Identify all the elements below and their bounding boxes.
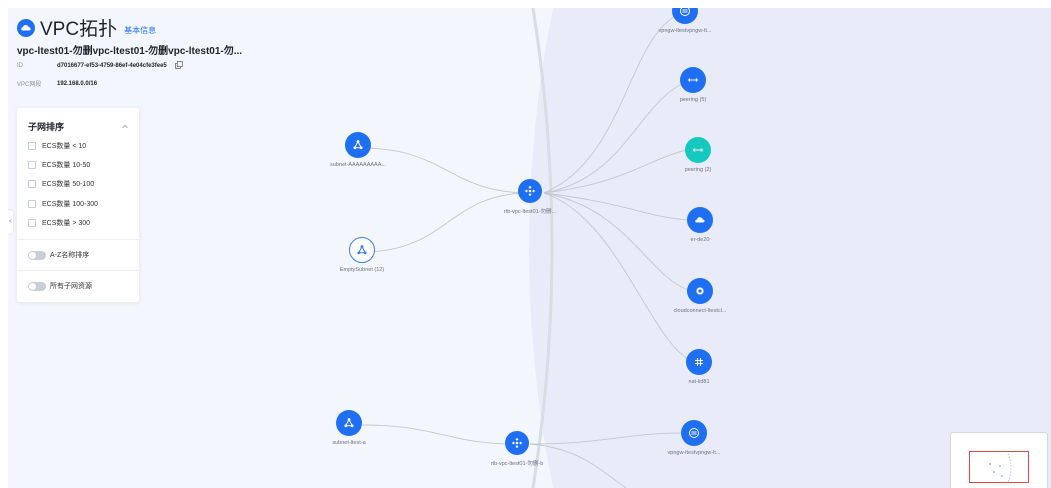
checkbox[interactable] xyxy=(28,219,36,227)
checkbox[interactable] xyxy=(28,142,36,150)
sort-option-label: ECS数量 < 10 xyxy=(42,143,87,150)
topology-edges xyxy=(359,8,1051,488)
sort-option-50-100[interactable]: ECS数量 50-100 xyxy=(28,179,94,189)
node-label: peering (5) xyxy=(679,97,707,103)
node-label: vpngw-ltestvpngw-lt... xyxy=(667,450,721,456)
sort-option-label: ECS数量 > 300 xyxy=(42,220,91,227)
node-subnet-aaaa[interactable]: subnet-AAAAAAAAA... xyxy=(303,132,413,168)
route-table-icon xyxy=(518,179,542,203)
node-peering-5[interactable]: peering (5) xyxy=(638,67,748,103)
vpc-id-label: ID xyxy=(17,63,23,69)
minimap-viewport[interactable] xyxy=(969,451,1029,483)
az-sort-label: A-Z名称排序 xyxy=(50,252,90,259)
node-label: er-de20 xyxy=(690,237,710,243)
node-vpngw-top[interactable]: vpngw-ltestvpngw-lt... xyxy=(630,8,740,34)
subnet-sort-title: 子网排序 xyxy=(28,121,65,132)
node-label: subnet-ltest-a xyxy=(332,440,366,446)
divider xyxy=(17,270,139,271)
node-label: nat-lid81 xyxy=(688,379,710,385)
node-label: subnet-AAAAAAAAA... xyxy=(330,162,386,168)
sort-option-label: ECS数量 100-300 xyxy=(42,201,99,208)
subnet-icon xyxy=(336,410,362,436)
basic-info-link[interactable]: 基本信息 xyxy=(124,25,156,36)
subnet-icon xyxy=(349,237,375,263)
vpc-cidr-label: VPC网段 xyxy=(17,82,42,88)
node-label: rtb-vpc-ltest01-勿删-b xyxy=(490,461,544,467)
node-er[interactable]: er-de20 xyxy=(645,207,755,243)
sort-option-100-300[interactable]: ECS数量 100-300 xyxy=(28,199,98,209)
node-label: cloudconnect-ltestcl... xyxy=(673,308,727,314)
vpc-logo-icon xyxy=(17,18,35,37)
sort-option-lt10[interactable]: ECS数量 < 10 xyxy=(28,141,86,151)
checkbox[interactable] xyxy=(28,161,36,169)
vpc-cidr-row: VPC网段 192.168.0.0/16 xyxy=(17,79,98,89)
panel-collapse-handle[interactable]: < xyxy=(8,210,13,234)
subnet-sort-header[interactable]: 子网排序 xyxy=(28,117,129,135)
peering-icon xyxy=(685,137,711,163)
sort-option-10-50[interactable]: ECS数量 10-50 xyxy=(28,160,90,170)
sort-option-label: ECS数量 50-100 xyxy=(42,181,95,188)
sort-option-label: ECS数量 10-50 xyxy=(42,162,91,169)
az-sort-toggle-row[interactable]: A-Z名称排序 xyxy=(28,250,89,260)
all-subnet-toggle-row[interactable]: 所有子网资源 xyxy=(28,281,92,291)
subnet-icon xyxy=(345,132,371,158)
node-label: rtb-vpc-ltest01-勿删... xyxy=(503,209,557,215)
node-nat[interactable]: nat-lid81 xyxy=(644,349,754,385)
chevron-up-icon[interactable] xyxy=(121,117,129,135)
node-label: peering (2) xyxy=(684,167,712,173)
node-label: vpngw-ltestvpngw-lt... xyxy=(658,28,712,34)
vpc-id-value: d7016677-ef53-4759-86ef-4e04cfe3fee5 xyxy=(57,63,167,69)
nat-gateway-icon xyxy=(686,349,712,375)
node-route-table-1[interactable]: rtb-vpc-ltest01-勿删... xyxy=(475,179,585,215)
route-table-icon xyxy=(505,431,529,455)
checkbox[interactable] xyxy=(28,180,36,188)
node-route-table-2[interactable]: rtb-vpc-ltest01-勿删-b xyxy=(462,431,572,467)
vpc-name: vpc-ltest01-勿删vpc-ltest01-勿删vpc-ltest01-… xyxy=(17,46,243,57)
all-subnet-switch[interactable] xyxy=(28,281,46,291)
node-cloudconnect[interactable]: cloudconnect-ltestcl... xyxy=(645,278,755,314)
subnet-sort-panel: 子网排序 ECS数量 < 10 ECS数量 10-50 ECS数量 50-100… xyxy=(17,108,139,302)
node-vpngw-bottom[interactable]: vpngw-ltestvpngw-lt... xyxy=(639,420,749,456)
all-subnet-label: 所有子网资源 xyxy=(50,283,92,290)
divider xyxy=(17,239,139,240)
topology-canvas[interactable]: VPC拓扑 基本信息 vpc-ltest01-勿删vpc-ltest01-勿删v… xyxy=(8,8,1051,488)
vpc-cidr-value: 192.168.0.0/16 xyxy=(57,80,98,87)
copy-icon[interactable] xyxy=(175,61,183,71)
node-label: EmptySubnet (12) xyxy=(339,267,385,273)
page-title: VPC拓扑 xyxy=(40,19,118,40)
az-sort-switch[interactable] xyxy=(28,250,46,260)
checkbox[interactable] xyxy=(28,200,36,208)
node-peering-2[interactable]: peering (2) xyxy=(643,137,753,173)
vpn-gateway-icon xyxy=(681,420,707,446)
vpn-gateway-icon xyxy=(672,8,698,24)
minimap[interactable] xyxy=(950,432,1048,488)
cloud-connect-icon xyxy=(687,278,713,304)
enterprise-router-icon xyxy=(687,207,713,233)
node-empty-subnet[interactable]: EmptySubnet (12) xyxy=(307,237,417,273)
peering-icon xyxy=(680,67,706,93)
vpc-id-row: ID d7016677-ef53-4759-86ef-4e04cfe3fee5 xyxy=(17,61,183,71)
sort-option-gt300[interactable]: ECS数量 > 300 xyxy=(28,218,90,228)
node-subnet-ltest-a[interactable]: subnet-ltest-a xyxy=(294,410,404,446)
page-header: VPC拓扑 基本信息 xyxy=(17,14,156,41)
gateway-region xyxy=(529,8,1051,488)
